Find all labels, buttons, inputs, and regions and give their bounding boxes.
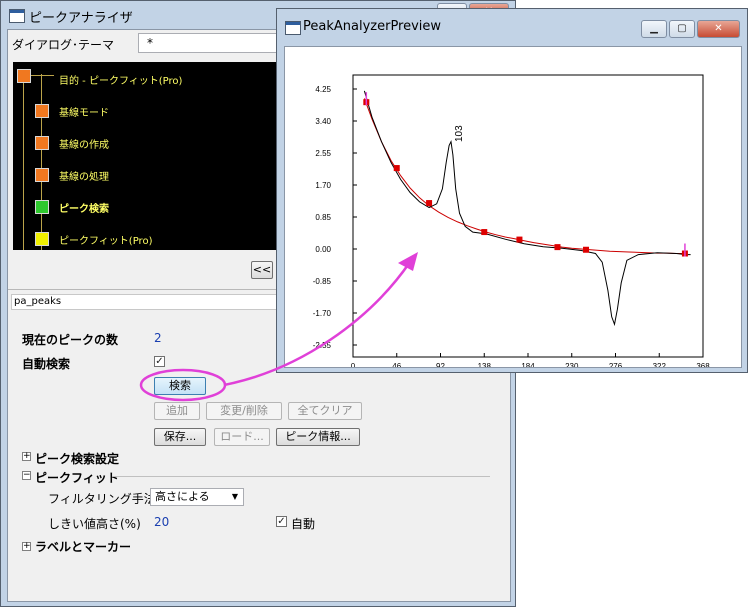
theme-value: * [147,36,153,50]
minimize-button[interactable]: ▁ [641,20,667,38]
flow-node-baseline-mode[interactable] [35,104,49,118]
y-tick-label: 3.40 [315,117,331,126]
expand-icon[interactable]: + [22,542,31,551]
preview-plot-area: 0 46 92 138 184 230 276 322 368 4.25 3.40 2.55 1.70 0… [284,46,742,371]
anchor-point [393,165,400,172]
x-tick-label: 230 [565,362,579,367]
flow-step-label[interactable]: 基線の作成 [59,136,109,151]
peak-label: 103 [454,125,465,142]
load-button[interactable]: ロード... [214,428,270,446]
y-tick-label: 0.85 [315,213,331,222]
flow-step-label[interactable]: 基線モード [59,104,109,119]
x-tick-label: 322 [653,362,667,367]
flow-node-treat-baseline[interactable] [35,168,49,182]
y-tick-label: 1.70 [315,181,331,190]
peak-preview-chart: 0 46 92 138 184 230 276 322 368 4.25 3.40 2.55 1.70 0… [313,74,710,371]
peak-preview-window: PeakAnalyzerPreview ▁ ▢ ✕ 0 46 92 138 184 230… [276,8,748,373]
prev-page-button[interactable]: << [251,261,273,279]
auto-threshold-label: 自動 [291,517,316,531]
anchor-point [554,244,561,251]
x-tick-label: 92 [436,362,445,367]
anchor-point [426,200,433,207]
section-labels-markers[interactable]: ラベルとマーカー [35,538,131,555]
filter-method-select[interactable]: 高さによる ▼ [150,488,244,506]
flow-step-label-current[interactable]: ピーク検索 [59,200,109,215]
threshold-label: しきい値高さ(%) [48,517,141,531]
page-name: pa_peaks [14,296,62,307]
close-button[interactable]: ✕ [697,20,740,38]
peak-count-label: 現在のピークの数 [22,333,119,347]
clear-all-button[interactable]: 全てクリア [288,402,362,420]
add-button[interactable]: 追加 [154,402,200,420]
goal-flowchart: 目的 - ピークフィット(Pro) 基線モード 基線の作成 基線の処理 ピーク検… [13,62,313,250]
x-tick-label: 138 [478,362,492,367]
y-tick-label: -2.55 [313,341,332,350]
anchor-point [583,246,590,253]
auto-threshold-checkbox[interactable]: ✓ [276,516,287,527]
flow-node-fit-peaks[interactable] [35,232,49,246]
preview-title: PeakAnalyzerPreview [303,19,442,34]
y-tick-label: 4.25 [315,85,331,94]
save-button[interactable]: 保存... [154,428,206,446]
filter-method-value: 高さによる [155,490,210,503]
peak-count-value: 2 [154,331,162,345]
dropdown-arrow-icon: ▼ [231,492,238,501]
section-peak-filter[interactable]: ピークフィット [35,469,119,486]
y-tick-label: -0.85 [313,277,332,286]
theme-label: ダイアログ･テーマ [12,38,115,52]
plot-frame [352,74,704,358]
x-tick-label: 368 [696,362,710,367]
baseline-curve [363,98,686,254]
flow-step-label[interactable]: 基線の処理 [59,168,109,183]
auto-find-checkbox[interactable]: ✓ [154,356,165,367]
maximize-button[interactable]: ▢ [669,20,695,38]
app-icon [9,9,25,23]
find-highlight-ellipse [139,368,227,402]
flow-node-create-baseline[interactable] [35,136,49,150]
x-tick-label: 184 [521,362,535,367]
collapse-icon[interactable]: − [22,471,31,480]
section-peak-find-settings[interactable]: ピーク検索設定 [35,450,119,467]
x-tick-label: 276 [609,362,623,367]
flow-connector [30,75,54,76]
flow-branch-line [41,74,42,250]
y-tick-label: -1.70 [313,309,332,318]
flow-node-goal[interactable] [17,69,31,83]
flow-step-label[interactable]: ピークフィット(Pro) [59,232,152,247]
peak-info-button[interactable]: ピーク情報... [276,428,360,446]
flow-node-find-peaks[interactable] [35,200,49,214]
anchor-point [481,229,488,236]
flow-step-label[interactable]: 目的 - ピークフィット(Pro) [59,72,182,87]
threshold-value[interactable]: 20 [154,515,169,529]
section-divider [112,476,490,477]
x-tick-label: 46 [392,362,401,367]
theme-field[interactable]: * [138,33,278,53]
y-tick-label: 2.55 [315,149,331,158]
data-curve [363,90,691,327]
expand-icon[interactable]: + [22,452,31,461]
flow-trunk-line [23,74,24,250]
modify-delete-button[interactable]: 変更/削除 [206,402,282,420]
graph-window-icon [285,21,301,35]
filter-method-label: フィルタリング手法 [48,492,156,506]
y-tick-label: 0.00 [315,245,331,254]
anchor-point [516,236,523,243]
x-tick-label: 0 [351,362,356,367]
auto-find-label: 自動検索 [22,357,71,371]
dialog-title: ピークアナライザ [29,11,133,26]
